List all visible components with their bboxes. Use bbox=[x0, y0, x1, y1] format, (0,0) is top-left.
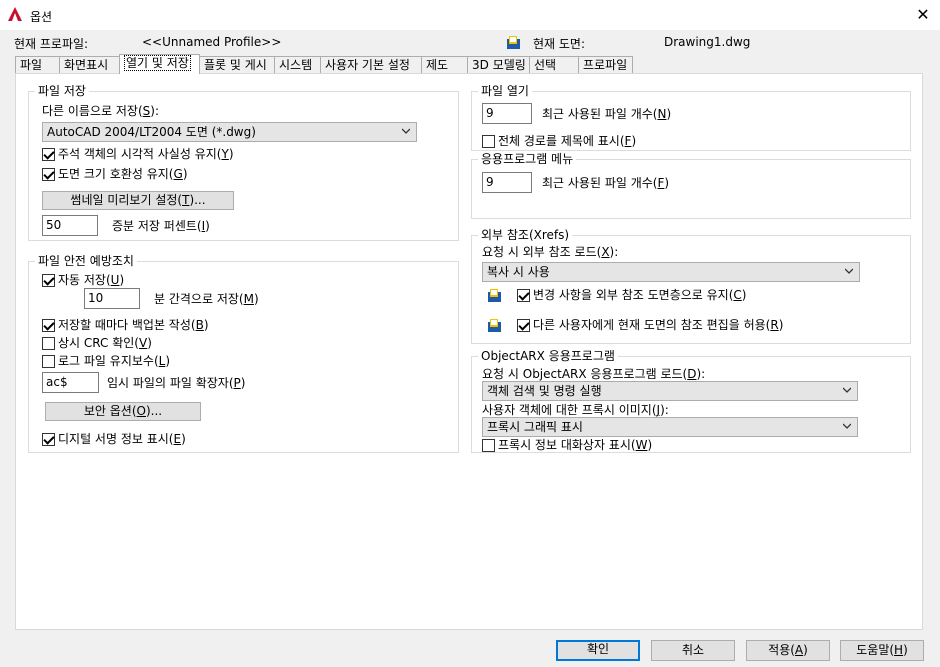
checkbox-box[interactable] bbox=[517, 288, 530, 302]
chevron-down-icon bbox=[845, 268, 853, 274]
tab-selection[interactable]: 선택 bbox=[529, 56, 579, 74]
tab-open-save[interactable]: 열기 및 저장 bbox=[119, 54, 200, 74]
save-as-label: 다른 이름으로 저장(S): bbox=[42, 104, 159, 118]
autocad-logo-icon bbox=[8, 7, 22, 21]
checkbox-box[interactable] bbox=[42, 273, 55, 287]
window-title: 옵션 bbox=[30, 10, 53, 24]
thumbnail-settings-button[interactable]: 썸네일 미리보기 설정(T)... bbox=[42, 191, 234, 210]
autosave-minutes-input[interactable]: 10 bbox=[84, 288, 140, 309]
retain-xref-layers-checkbox[interactable]: 변경 사항을 외부 참조 도면층으로 유지(C) bbox=[517, 288, 746, 302]
file-save-legend: 파일 저장 bbox=[35, 84, 89, 98]
checkbox-box[interactable] bbox=[42, 336, 55, 350]
autosave-checkbox[interactable]: 자동 저장(U) bbox=[42, 273, 124, 287]
xrefs-legend: 외부 참조(Xrefs) bbox=[478, 228, 573, 242]
checkbox-box[interactable] bbox=[482, 134, 495, 148]
drawing-file-icon bbox=[488, 289, 501, 302]
crc-validation-checkbox[interactable]: 상시 CRC 확인(V) bbox=[42, 336, 152, 350]
tab-plot-publish[interactable]: 플롯 및 게시 bbox=[199, 56, 275, 74]
tab-drafting[interactable]: 제도 bbox=[421, 56, 468, 74]
app-menu-group: 응용프로그램 메뉴 9 최근 사용된 파일 개수(F) bbox=[471, 152, 911, 219]
cancel-button[interactable]: 취소 bbox=[651, 640, 735, 661]
proxy-images-dropdown[interactable]: 프록시 그래픽 표시 bbox=[482, 417, 858, 437]
chevron-down-icon bbox=[843, 387, 851, 393]
demand-load-xrefs-label: 요청 시 외부 참조 로드(X): bbox=[482, 245, 619, 259]
tab-display[interactable]: 화면표시 bbox=[59, 56, 120, 74]
tab-strip: 파일 화면표시 열기 및 저장 플롯 및 게시 시스템 사용자 기본 설정 제도… bbox=[15, 54, 633, 74]
backup-copy-checkbox[interactable]: 저장할 때마다 백업본 작성(B) bbox=[42, 318, 209, 332]
chevron-down-icon bbox=[402, 128, 410, 134]
tab-panel-open-save: 파일 저장 다른 이름으로 저장(S): AutoCAD 2004/LT2004… bbox=[15, 73, 923, 630]
drawing-file-icon bbox=[507, 36, 520, 49]
checkbox-box[interactable] bbox=[42, 318, 55, 332]
tab-3d-modeling[interactable]: 3D 모델링 bbox=[467, 56, 530, 74]
objectarx-legend: ObjectARX 응용프로그램 bbox=[478, 349, 618, 363]
full-path-title-checkbox[interactable]: 전체 경로를 제목에 표시(F) bbox=[482, 134, 636, 148]
file-safety-group: 파일 안전 예방조치 자동 저장(U) 10 분 간격으로 저장(M) 저장할 … bbox=[28, 254, 459, 453]
app-menu-legend: 응용프로그램 메뉴 bbox=[478, 152, 577, 166]
proxy-images-label: 사용자 객체에 대한 프록시 이미지(J): bbox=[482, 403, 669, 417]
file-open-legend: 파일 열기 bbox=[478, 84, 532, 98]
tab-profiles[interactable]: 프로파일 bbox=[578, 56, 633, 74]
incremental-save-input[interactable]: 50 bbox=[42, 215, 98, 236]
annotative-fidelity-checkbox[interactable]: 주석 객체의 시각적 사실성 유지(Y) bbox=[42, 147, 234, 161]
drawing-label: 현재 도면: bbox=[533, 37, 586, 51]
drawing-value: Drawing1.dwg bbox=[664, 35, 751, 49]
checkbox-box[interactable] bbox=[42, 147, 55, 161]
checkbox-box[interactable] bbox=[42, 432, 55, 446]
recent-files-input[interactable]: 9 bbox=[482, 103, 532, 124]
checkbox-box[interactable] bbox=[42, 354, 55, 368]
objectarx-group: ObjectARX 응용프로그램 요청 시 ObjectARX 응용프로그램 로… bbox=[471, 349, 911, 453]
drawing-size-compat-checkbox[interactable]: 도면 크기 호환성 유지(G) bbox=[42, 167, 188, 181]
demand-load-arx-label: 요청 시 ObjectARX 응용프로그램 로드(D): bbox=[482, 367, 706, 381]
incremental-save-label: 증분 저장 퍼센트(I) bbox=[112, 219, 210, 233]
file-open-group: 파일 열기 9 최근 사용된 파일 개수(N) 전체 경로를 제목에 표시(F) bbox=[471, 84, 911, 151]
tab-system[interactable]: 시스템 bbox=[274, 56, 321, 74]
proxy-dialog-checkbox[interactable]: 프록시 정보 대화상자 표시(W) bbox=[482, 438, 652, 452]
recent-files-label: 최근 사용된 파일 개수(N) bbox=[542, 107, 672, 121]
tab-files[interactable]: 파일 bbox=[15, 56, 60, 74]
help-button[interactable]: 도움말(H) bbox=[840, 640, 924, 661]
chevron-down-icon bbox=[843, 423, 851, 429]
profile-value: <<Unnamed Profile>> bbox=[142, 35, 282, 49]
apply-button[interactable]: 적용(A) bbox=[746, 640, 830, 661]
menu-recent-files-input[interactable]: 9 bbox=[482, 172, 532, 193]
menu-recent-files-label: 최근 사용된 파일 개수(F) bbox=[542, 176, 670, 190]
checkbox-box[interactable] bbox=[517, 318, 530, 332]
drawing-file-icon bbox=[488, 319, 501, 332]
tab-user-preferences[interactable]: 사용자 기본 설정 bbox=[320, 56, 422, 74]
demand-load-arx-dropdown[interactable]: 객체 검색 및 명령 실행 bbox=[482, 381, 858, 401]
log-file-checkbox[interactable]: 로그 파일 유지보수(L) bbox=[42, 354, 170, 368]
digital-signature-checkbox[interactable]: 디지털 서명 정보 표시(E) bbox=[42, 432, 186, 446]
profile-label: 현재 프로파일: bbox=[14, 37, 89, 51]
checkbox-box[interactable] bbox=[42, 167, 55, 181]
temp-extension-input[interactable]: ac$ bbox=[42, 372, 99, 393]
file-save-group: 파일 저장 다른 이름으로 저장(S): AutoCAD 2004/LT2004… bbox=[28, 84, 459, 241]
save-as-dropdown[interactable]: AutoCAD 2004/LT2004 도면 (*.dwg) bbox=[42, 122, 417, 142]
autosave-minutes-label: 분 간격으로 저장(M) bbox=[154, 292, 259, 306]
xrefs-group: 외부 참조(Xrefs) 요청 시 외부 참조 로드(X): 복사 시 사용 변… bbox=[471, 228, 911, 344]
checkbox-box[interactable] bbox=[482, 438, 495, 452]
file-safety-legend: 파일 안전 예방조치 bbox=[35, 254, 137, 268]
temp-extension-label: 임시 파일의 파일 확장자(P) bbox=[107, 376, 246, 390]
close-icon[interactable]: ✕ bbox=[912, 5, 934, 25]
title-bar: 옵션 ✕ bbox=[0, 0, 940, 30]
demand-load-xrefs-dropdown[interactable]: 복사 시 사용 bbox=[482, 262, 860, 282]
ok-button[interactable]: 확인 bbox=[556, 640, 640, 661]
allow-ref-edit-checkbox[interactable]: 다른 사용자에게 현재 도면의 참조 편집을 허용(R) bbox=[517, 318, 783, 332]
security-options-button[interactable]: 보안 옵션(O)... bbox=[45, 402, 201, 421]
